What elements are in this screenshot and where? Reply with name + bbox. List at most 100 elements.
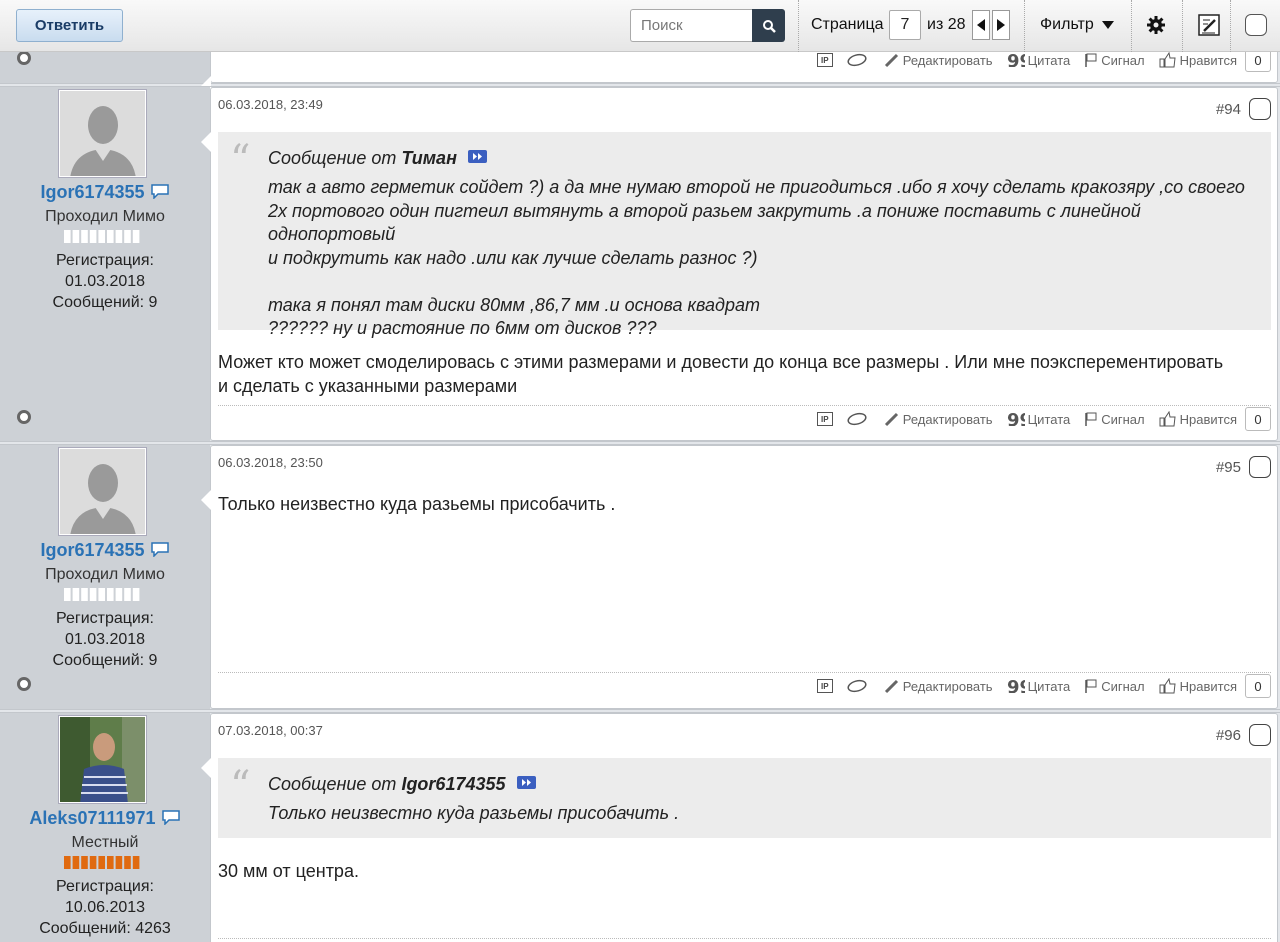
caret-down-icon: [1102, 21, 1115, 29]
quote-header: Сообщение от Тиман: [268, 148, 487, 169]
ip-icon[interactable]: IP: [816, 412, 833, 426]
quote-block: “ Сообщение от Igor6174355 Только неизве…: [218, 758, 1271, 838]
page-number-input[interactable]: 7: [889, 10, 921, 40]
quote-prefix: Сообщение от: [268, 148, 397, 168]
quote-icon: 99: [1007, 679, 1025, 693]
edit-button[interactable]: Редактировать: [884, 678, 993, 694]
post-body: 06.03.2018, 23:49 #94 “ Сообщение от Тим…: [201, 87, 1278, 441]
user-title: Местный: [71, 834, 139, 851]
quote-mark-icon: “: [230, 137, 251, 183]
triangle-right-icon: [997, 19, 1005, 31]
moderation-button[interactable]: [1196, 12, 1222, 38]
post-number-link[interactable]: #95: [1216, 459, 1241, 476]
quote-line: так а авто герметик сойдет ?) а да мне н…: [268, 177, 1245, 197]
report-label: Сигнал: [1101, 678, 1145, 694]
actions-divider: [218, 672, 1271, 673]
quote-button[interactable]: 99 Цитата: [1007, 53, 1071, 68]
speech-bubble-icon[interactable]: [150, 541, 170, 558]
post: Igor6174355 Проходил Мимо Регистрация: 0…: [0, 86, 1280, 442]
triangle-left-icon: [977, 19, 985, 31]
user-title: Проходил Мимо: [45, 566, 165, 583]
speech-bubble-icon[interactable]: [150, 183, 170, 200]
view-post-icon[interactable]: [467, 150, 487, 163]
filter-label: Фильтр: [1040, 16, 1094, 33]
post-select-checkbox[interactable]: [1249, 98, 1271, 120]
svg-text:99: 99: [1007, 679, 1025, 693]
avatar[interactable]: [58, 715, 147, 804]
reg-date: 10.06.2013: [64, 899, 146, 916]
pencil-icon: [884, 412, 898, 427]
default-avatar-icon: [60, 91, 145, 176]
view-post-icon[interactable]: [516, 776, 536, 789]
quote-button[interactable]: 99 Цитата: [1007, 412, 1071, 427]
search-input[interactable]: Поиск: [630, 9, 754, 42]
search-button[interactable]: [752, 9, 785, 42]
user-info: Регистрация: 01.03.2018 Сообщений: 9: [0, 608, 210, 671]
flag-icon: [1085, 679, 1097, 693]
filter-dropdown[interactable]: Фильтр: [1040, 16, 1115, 34]
next-page-button[interactable]: [992, 10, 1010, 40]
reputation-segment: [98, 230, 105, 243]
post-select-checkbox[interactable]: [1249, 456, 1271, 478]
username-link[interactable]: Aleks07111971: [0, 808, 210, 829]
edit-button[interactable]: Редактировать: [884, 52, 993, 68]
warn-button[interactable]: [847, 679, 870, 693]
edit-button[interactable]: Редактировать: [884, 411, 993, 427]
quote-mark-icon: “: [230, 763, 251, 809]
report-button[interactable]: Сигнал: [1084, 412, 1145, 427]
quote-line: 2х портового один пигтеил вытянуть а вто…: [268, 200, 1141, 245]
avatar[interactable]: [58, 447, 147, 536]
select-all-checkbox[interactable]: [1243, 12, 1269, 38]
settings-button[interactable]: [1143, 12, 1169, 38]
like-button[interactable]: Нравится: [1159, 411, 1237, 427]
message-line: 30 мм от центра.: [218, 861, 359, 881]
post-message: Может кто может смоделировась с этими ра…: [218, 350, 1271, 398]
prev-page-button[interactable]: [972, 10, 990, 40]
svg-text:99: 99: [1007, 412, 1025, 426]
avatar[interactable]: [58, 89, 147, 178]
speech-bubble-icon[interactable]: [161, 809, 181, 826]
reputation-segment: [115, 856, 123, 869]
report-button[interactable]: Сигнал: [1084, 52, 1145, 68]
post-sidebar: Aleks07111971 Местный Регистрация: 10.06…: [0, 713, 210, 942]
reputation-bar: [64, 588, 140, 601]
ip-icon[interactable]: IP: [816, 679, 833, 693]
post-number-link[interactable]: #96: [1216, 727, 1241, 744]
reputation-segment: [124, 588, 131, 601]
thread-toolbar: Ответить Поиск Страница 7 из 28 Фильтр: [0, 0, 1280, 52]
user-info: Регистрация: 10.06.2013 Сообщений: 4263: [0, 876, 210, 939]
warn-button[interactable]: [847, 53, 870, 67]
like-button[interactable]: Нравится: [1159, 678, 1237, 694]
username-link[interactable]: Igor6174355: [0, 182, 210, 203]
reputation-bar: [64, 230, 140, 243]
report-button[interactable]: Сигнал: [1084, 678, 1145, 694]
online-status-icon: [17, 677, 31, 691]
username-link[interactable]: Igor6174355: [0, 540, 210, 561]
post-date: 06.03.2018, 23:50: [218, 455, 323, 470]
checkbox-icon: [1245, 14, 1267, 36]
warn-button[interactable]: [847, 412, 870, 426]
edit-label: Редактировать: [902, 52, 993, 68]
report-label: Сигнал: [1101, 52, 1145, 68]
post-number-link[interactable]: #94: [1216, 101, 1241, 118]
flag-icon: [1085, 53, 1097, 67]
like-count: 0: [1245, 674, 1271, 698]
reply-button[interactable]: Ответить: [16, 9, 123, 42]
like-label: Нравится: [1179, 678, 1237, 694]
pencil-icon: [884, 53, 898, 68]
like-label: Нравится: [1179, 52, 1237, 68]
post-select-checkbox[interactable]: [1249, 724, 1271, 746]
reg-label: Регистрация:: [56, 252, 154, 269]
user-photo-icon: [60, 717, 145, 802]
reputation-segment: [81, 856, 88, 869]
username: Igor6174355: [40, 182, 145, 202]
post-body: 07.03.2018, 00:37 #96 “ Сообщение от Igo…: [201, 713, 1278, 942]
message-line: и сделать с указанными размерами: [218, 376, 518, 396]
quote-prefix: Сообщение от: [268, 774, 397, 794]
card-icon: [847, 412, 867, 426]
edit-label: Редактировать: [902, 678, 993, 694]
quote-line: [268, 270, 1257, 294]
ip-icon[interactable]: IP: [816, 53, 833, 67]
quote-button[interactable]: 99 Цитата: [1007, 679, 1071, 694]
like-button[interactable]: Нравится: [1159, 52, 1237, 68]
